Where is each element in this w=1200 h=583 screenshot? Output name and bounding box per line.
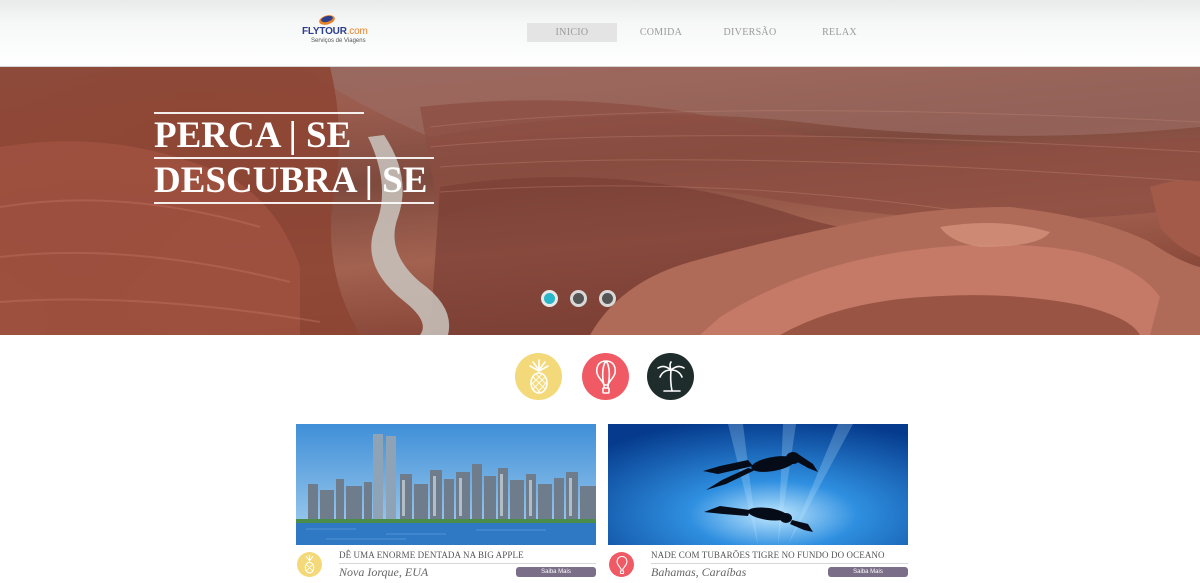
- card-divider: [339, 563, 596, 564]
- saiba-mais-button[interactable]: Saiba Mais: [828, 567, 908, 577]
- destination-card-bahamas: NADE COM TUBARÕES TIGRE NO FUNDO DO OCEA…: [608, 424, 908, 583]
- category-balloon[interactable]: [582, 353, 629, 400]
- hero-headline: PERCA | SE DESCUBRA | SE: [154, 112, 434, 204]
- logo-tagline: Serviços de Viagens: [311, 38, 366, 44]
- flytour-logo[interactable]: FLYTOUR.com Serviços de Viagens: [300, 12, 380, 48]
- header: FLYTOUR.com Serviços de Viagens INICIO C…: [0, 0, 1200, 67]
- category-pineapple[interactable]: [515, 353, 562, 400]
- palm-tree-icon: [656, 360, 685, 392]
- card-location: Nova Iorque, EUA: [339, 565, 429, 579]
- card-category-badge: [297, 552, 322, 577]
- pineapple-icon: [304, 555, 315, 574]
- card-title: DÊ UMA ENORME DENTADA NA BIG APPLE: [339, 550, 524, 560]
- card-category-badge: [609, 552, 634, 577]
- slider-dot-2[interactable]: [570, 290, 587, 307]
- plane-swoosh-icon: [319, 15, 335, 25]
- slider-dot-1[interactable]: [541, 290, 558, 307]
- category-palm[interactable]: [647, 353, 694, 400]
- card-location: Bahamas, Caraíbas: [651, 565, 747, 579]
- hero-line-1: PERCA | SE: [154, 112, 364, 157]
- nav-item-comida[interactable]: COMIDA: [616, 23, 706, 42]
- saiba-mais-button[interactable]: Saiba Mais: [516, 567, 596, 577]
- bahamas-diving-image[interactable]: [608, 424, 908, 545]
- card-title: NADE COM TUBARÕES TIGRE NO FUNDO DO OCEA…: [651, 550, 885, 560]
- hero-banner: PERCA | SE DESCUBRA | SE: [0, 67, 1200, 335]
- card-divider: [651, 563, 908, 564]
- hot-air-balloon-icon: [616, 555, 627, 574]
- destination-card-new-york: DÊ UMA ENORME DENTADA NA BIG APPLE Nova …: [296, 424, 596, 583]
- new-york-image[interactable]: [296, 424, 596, 545]
- logo-wordmark: FLYTOUR.com: [302, 26, 368, 37]
- nav-item-diversao[interactable]: DIVERSÃO: [705, 23, 795, 42]
- nav-item-relax[interactable]: RELAX: [793, 23, 886, 42]
- hero-line-2: DESCUBRA | SE: [154, 157, 434, 204]
- slider-dot-3[interactable]: [599, 290, 616, 307]
- nav-item-inicio[interactable]: INICIO: [527, 23, 617, 42]
- pineapple-icon: [528, 358, 549, 394]
- hot-air-balloon-icon: [595, 359, 616, 394]
